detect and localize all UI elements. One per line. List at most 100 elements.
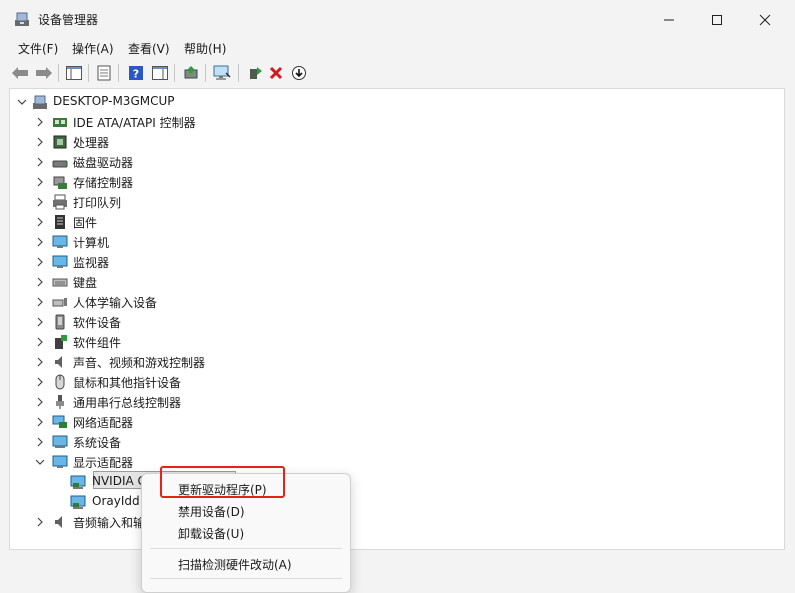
tree-category-label: 计算机 bbox=[73, 236, 110, 250]
red-x-icon bbox=[269, 66, 283, 80]
arrow-right-icon bbox=[36, 67, 52, 79]
forward-button[interactable] bbox=[34, 63, 54, 83]
chevron-right-icon[interactable] bbox=[34, 176, 46, 188]
menu-help[interactable]: 帮助(H) bbox=[184, 40, 226, 57]
tree-category[interactable]: 人体学输入设备 bbox=[10, 292, 784, 312]
title-bar: 设备管理器 bbox=[0, 0, 795, 38]
tree-category-label: 打印队列 bbox=[73, 196, 122, 210]
sound-icon bbox=[55, 356, 62, 368]
printer-icon bbox=[53, 194, 67, 210]
console-tree-icon bbox=[66, 66, 82, 80]
tree-category[interactable]: 存储控制器 bbox=[10, 172, 784, 192]
chevron-right-icon[interactable] bbox=[34, 396, 46, 408]
device-tree[interactable]: DESKTOP-M3GMCUP IDE ATA/ATAPI 控制器处理器 磁盘驱动… bbox=[9, 88, 785, 550]
ctx-disable-device[interactable]: 禁用设备(D) bbox=[178, 503, 245, 520]
chevron-right-icon[interactable] bbox=[34, 436, 46, 448]
root-label: DESKTOP-M3GMCUP bbox=[53, 94, 175, 108]
properties-button[interactable] bbox=[94, 63, 114, 83]
tree-category[interactable]: 监视器 bbox=[10, 252, 784, 272]
device-manager-app-icon bbox=[15, 12, 29, 26]
ctx-scan-hardware[interactable]: 扫描检测硬件改动(A) bbox=[178, 556, 292, 573]
tree-category[interactable]: 鼠标和其他指针设备 bbox=[10, 372, 784, 392]
help-button[interactable]: ? bbox=[126, 63, 146, 83]
minimize-button[interactable] bbox=[646, 6, 692, 34]
chevron-down-icon[interactable] bbox=[34, 456, 46, 468]
orayidd-label: OrayIdd bbox=[92, 494, 140, 508]
chevron-right-icon[interactable] bbox=[34, 136, 46, 148]
tree-category-label: 显示适配器 bbox=[73, 456, 134, 470]
chevron-right-icon[interactable] bbox=[34, 356, 46, 368]
chevron-right-icon[interactable] bbox=[34, 196, 46, 208]
maximize-button[interactable] bbox=[694, 6, 740, 34]
tree-category-label: 人体学输入设备 bbox=[73, 296, 158, 310]
action-pane-icon bbox=[152, 66, 168, 80]
nvidia-label: NVIDIA G bbox=[92, 474, 147, 488]
monitor-icon bbox=[52, 255, 68, 268]
tree-category[interactable]: 网络适配器 bbox=[10, 412, 784, 432]
download-driver-button[interactable] bbox=[289, 63, 309, 83]
enable-device-button[interactable] bbox=[245, 63, 265, 83]
firmware-icon bbox=[55, 215, 65, 229]
chevron-right-icon[interactable] bbox=[34, 116, 46, 128]
show-hide-console-tree-button[interactable] bbox=[64, 63, 84, 83]
chevron-right-icon[interactable] bbox=[34, 516, 46, 528]
tree-category-label: IDE ATA/ATAPI 控制器 bbox=[73, 116, 196, 130]
close-button[interactable] bbox=[742, 6, 788, 34]
computer-icon bbox=[52, 235, 68, 248]
tree-category[interactable]: 声音、视频和游戏控制器 bbox=[10, 352, 784, 372]
tree-category[interactable]: 计算机 bbox=[10, 232, 784, 252]
chevron-right-icon[interactable] bbox=[34, 236, 46, 248]
tree-category[interactable]: 通用串行总线控制器 bbox=[10, 392, 784, 412]
tree-category[interactable]: 打印队列 bbox=[10, 192, 784, 212]
tree-category[interactable]: 显示适配器 bbox=[10, 452, 784, 472]
chevron-right-icon[interactable] bbox=[34, 416, 46, 428]
chevron-right-icon[interactable] bbox=[34, 336, 46, 348]
tree-category[interactable]: IDE ATA/ATAPI 控制器 bbox=[10, 112, 784, 132]
chevron-right-icon[interactable] bbox=[34, 156, 46, 168]
tree-category[interactable]: 软件组件 bbox=[10, 332, 784, 352]
chevron-right-icon[interactable] bbox=[34, 276, 46, 288]
menu-bar: 文件(F) 操作(A) 查看(V) 帮助(H) bbox=[0, 38, 795, 58]
tree-category-label: 声音、视频和游戏控制器 bbox=[73, 356, 206, 370]
tree-category-audio-io[interactable]: 音频输入和输 bbox=[10, 512, 784, 532]
update-driver-icon bbox=[184, 66, 198, 79]
uninstall-device-button[interactable] bbox=[266, 63, 286, 83]
tree-child-nvidia[interactable]: NVIDIA G bbox=[10, 472, 784, 492]
display-adapter-icon bbox=[70, 475, 86, 489]
software-component-icon bbox=[55, 335, 67, 349]
tree-category-label: 监视器 bbox=[73, 256, 110, 270]
tree-root[interactable]: DESKTOP-M3GMCUP bbox=[10, 92, 784, 112]
tree-category[interactable]: 软件设备 bbox=[10, 312, 784, 332]
enable-device-icon bbox=[250, 67, 262, 79]
menu-view[interactable]: 查看(V) bbox=[128, 40, 170, 57]
chevron-right-icon[interactable] bbox=[34, 256, 46, 268]
help-icon: ? bbox=[129, 66, 143, 81]
tree-category[interactable]: 磁盘驱动器 bbox=[10, 152, 784, 172]
chevron-right-icon[interactable] bbox=[34, 316, 46, 328]
menu-file[interactable]: 文件(F) bbox=[18, 40, 58, 57]
system-device-icon bbox=[52, 435, 68, 448]
tree-category[interactable]: 固件 bbox=[10, 212, 784, 232]
chevron-down-icon[interactable] bbox=[16, 96, 28, 108]
menu-action[interactable]: 操作(A) bbox=[72, 40, 114, 57]
minimize-icon bbox=[664, 19, 674, 21]
tree-category[interactable]: 处理器 bbox=[10, 132, 784, 152]
update-driver-button[interactable] bbox=[181, 63, 201, 83]
chevron-right-icon[interactable] bbox=[34, 216, 46, 228]
show-action-pane-button[interactable] bbox=[150, 63, 170, 83]
back-button[interactable] bbox=[10, 63, 30, 83]
scan-hardware-button[interactable] bbox=[212, 63, 232, 83]
tree-category[interactable]: 系统设备 bbox=[10, 432, 784, 452]
ctx-uninstall-device[interactable]: 卸载设备(U) bbox=[178, 525, 244, 542]
network-adapter-icon bbox=[52, 415, 67, 428]
chevron-right-icon[interactable] bbox=[34, 376, 46, 388]
chevron-right-icon[interactable] bbox=[34, 296, 46, 308]
display-adapter-icon bbox=[52, 455, 68, 468]
status-bar bbox=[0, 556, 795, 584]
toolbar: ? bbox=[0, 60, 795, 86]
tree-category[interactable]: 键盘 bbox=[10, 272, 784, 292]
usb-icon bbox=[56, 395, 64, 409]
tree-child-orayidd[interactable]: OrayIdd bbox=[10, 492, 784, 512]
processor-icon bbox=[53, 135, 67, 149]
window-title: 设备管理器 bbox=[38, 13, 99, 27]
